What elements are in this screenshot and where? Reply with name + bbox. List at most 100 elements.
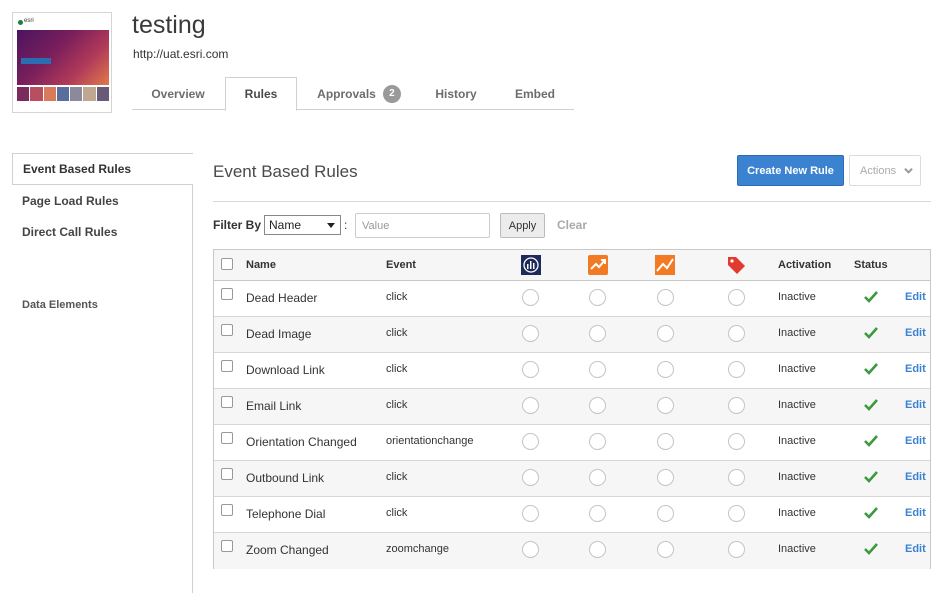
tab-overview[interactable]: Overview — [132, 77, 224, 110]
tool-toggle-analytics[interactable] — [522, 433, 539, 450]
tool-toggle-chart-trend[interactable] — [657, 361, 674, 378]
edit-link[interactable]: Edit — [905, 363, 926, 375]
filter-selected-value: Name — [269, 218, 302, 232]
tab-label: Embed — [514, 86, 555, 101]
site-logo-text: esri — [24, 18, 34, 24]
tool-toggle-analytics[interactable] — [522, 505, 539, 522]
tool-toggle-chart-trend[interactable] — [657, 541, 674, 558]
sidebar-item-event-based-rules[interactable]: Event Based Rules — [12, 153, 193, 185]
rule-name[interactable]: Email Link — [246, 399, 301, 413]
table-row: Zoom Changed zoomchange Inactive Edit — [214, 533, 930, 569]
tool-toggle-analytics[interactable] — [522, 469, 539, 486]
row-checkbox[interactable] — [221, 324, 233, 336]
sidebar-item-direct-call-rules[interactable]: Direct Call Rules — [22, 225, 117, 239]
row-checkbox[interactable] — [221, 396, 233, 408]
site-thumbnail: esri — [12, 12, 112, 113]
tab-label: Overview — [151, 86, 205, 101]
tool-toggle-chart-up[interactable] — [589, 325, 606, 342]
rule-name[interactable]: Outbound Link — [246, 471, 324, 485]
rule-name[interactable]: Dead Image — [246, 327, 311, 341]
tool-toggle-analytics[interactable] — [522, 325, 539, 342]
sidebar-item-data-elements[interactable]: Data Elements — [22, 299, 98, 311]
edit-link[interactable]: Edit — [905, 291, 926, 303]
chart-trend-icon — [655, 255, 675, 275]
tab-history[interactable]: History — [422, 77, 490, 110]
tool-toggle-tag[interactable] — [728, 505, 745, 522]
tool-toggle-chart-trend[interactable] — [657, 433, 674, 450]
row-checkbox[interactable] — [221, 540, 233, 552]
tool-toggle-analytics[interactable] — [522, 361, 539, 378]
tab-approvals[interactable]: Approvals 2 — [304, 77, 414, 110]
filter-value-input[interactable] — [355, 213, 490, 238]
tab-embed[interactable]: Embed — [502, 77, 568, 110]
tool-toggle-analytics[interactable] — [522, 541, 539, 558]
rule-activation: Inactive — [778, 471, 816, 483]
tool-toggle-chart-up[interactable] — [589, 397, 606, 414]
tool-toggle-tag[interactable] — [728, 325, 745, 342]
check-icon — [864, 507, 878, 519]
tool-toggle-chart-up[interactable] — [589, 469, 606, 486]
rule-event: zoomchange — [386, 543, 449, 555]
actions-label: Actions — [860, 164, 897, 177]
edit-link[interactable]: Edit — [905, 399, 926, 411]
tool-toggle-tag[interactable] — [728, 541, 745, 558]
tool-toggle-tag[interactable] — [728, 397, 745, 414]
tool-toggle-chart-up[interactable] — [589, 289, 606, 306]
tool-toggle-analytics[interactable] — [522, 397, 539, 414]
thumbnail-cta-bar — [21, 58, 51, 64]
globe-icon — [18, 20, 23, 25]
check-icon — [864, 399, 878, 411]
chart-up-icon — [588, 255, 608, 275]
rule-name[interactable]: Download Link — [246, 363, 325, 377]
approvals-count-badge: 2 — [382, 84, 401, 103]
tool-toggle-tag[interactable] — [728, 361, 745, 378]
tool-toggle-chart-up[interactable] — [589, 361, 606, 378]
clear-filter-button[interactable]: Clear — [557, 218, 587, 232]
tab-rules[interactable]: Rules — [225, 77, 297, 111]
edit-link[interactable]: Edit — [905, 507, 926, 519]
edit-link[interactable]: Edit — [905, 435, 926, 447]
rule-name[interactable]: Dead Header — [246, 291, 317, 305]
row-checkbox[interactable] — [221, 432, 233, 444]
check-icon — [864, 327, 878, 339]
sidebar-item-page-load-rules[interactable]: Page Load Rules — [22, 194, 119, 208]
rule-event: orientationchange — [386, 435, 474, 447]
tab-bar: Overview Rules Approvals 2 History Embed — [132, 77, 574, 111]
select-arrow-icon — [327, 223, 335, 228]
chevron-down-icon — [904, 167, 913, 174]
tool-toggle-analytics[interactable] — [522, 289, 539, 306]
edit-link[interactable]: Edit — [905, 327, 926, 339]
tool-toggle-chart-trend[interactable] — [657, 397, 674, 414]
tool-toggle-chart-trend[interactable] — [657, 325, 674, 342]
thumbnail-hero-image — [17, 30, 109, 85]
tool-toggle-chart-up[interactable] — [589, 505, 606, 522]
edit-link[interactable]: Edit — [905, 471, 926, 483]
tool-toggle-chart-trend[interactable] — [657, 469, 674, 486]
apply-filter-button[interactable]: Apply — [500, 213, 545, 238]
rule-name[interactable]: Zoom Changed — [246, 543, 329, 557]
tool-toggle-tag[interactable] — [728, 289, 745, 306]
rule-activation: Inactive — [778, 435, 816, 447]
tool-toggle-chart-up[interactable] — [589, 541, 606, 558]
row-checkbox[interactable] — [221, 360, 233, 372]
select-all-checkbox[interactable] — [221, 258, 233, 270]
table-row: Dead Image click Inactive Edit — [214, 317, 930, 353]
actions-dropdown-button[interactable]: Actions — [849, 155, 921, 186]
row-checkbox[interactable] — [221, 288, 233, 300]
edit-link[interactable]: Edit — [905, 543, 926, 555]
filter-field-select[interactable]: Name — [264, 215, 341, 235]
tool-toggle-chart-trend[interactable] — [657, 505, 674, 522]
check-icon — [864, 363, 878, 375]
rule-activation: Inactive — [778, 291, 816, 303]
rule-event: click — [386, 363, 408, 375]
column-header-activation: Activation — [778, 259, 832, 271]
tool-toggle-tag[interactable] — [728, 469, 745, 486]
tool-toggle-tag[interactable] — [728, 433, 745, 450]
tool-toggle-chart-up[interactable] — [589, 433, 606, 450]
rule-name[interactable]: Telephone Dial — [246, 507, 325, 521]
rule-name[interactable]: Orientation Changed — [246, 435, 357, 449]
tool-toggle-chart-trend[interactable] — [657, 289, 674, 306]
create-new-rule-button[interactable]: Create New Rule — [737, 155, 844, 186]
row-checkbox[interactable] — [221, 504, 233, 516]
row-checkbox[interactable] — [221, 468, 233, 480]
